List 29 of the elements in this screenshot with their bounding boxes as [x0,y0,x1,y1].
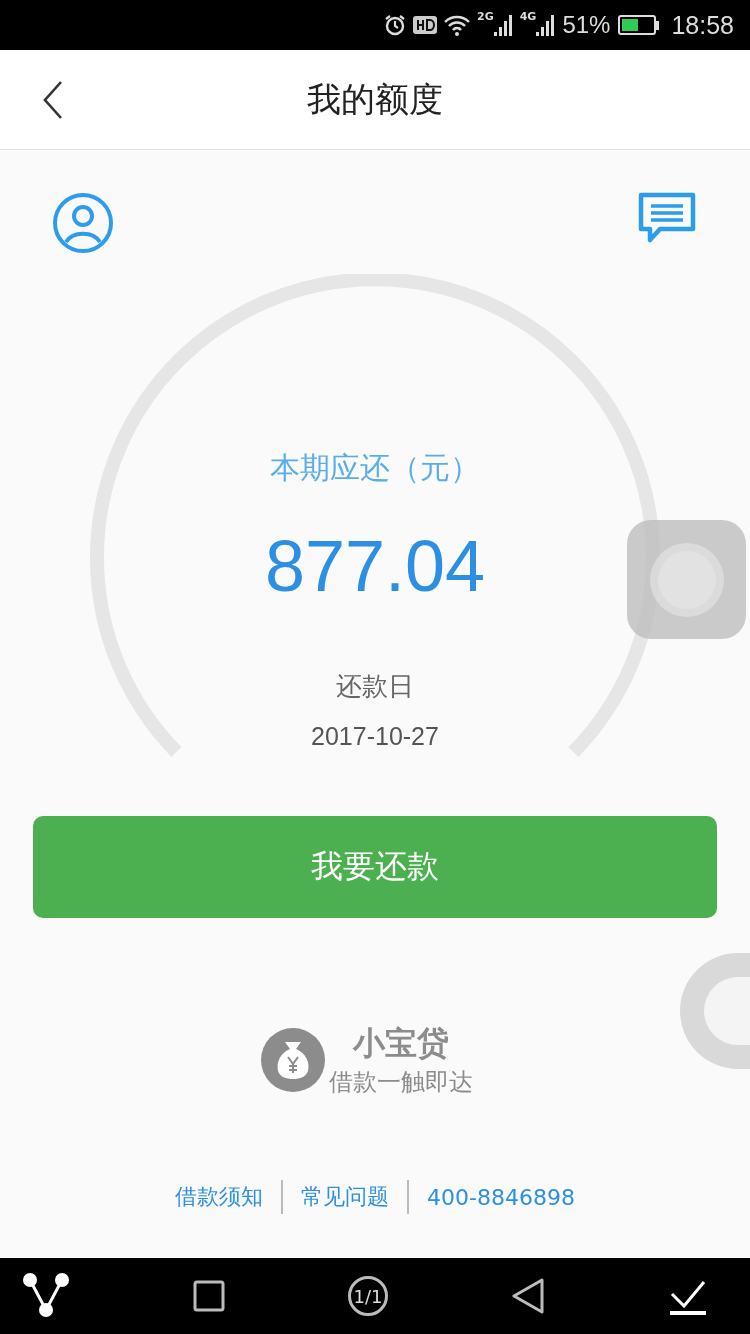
repay-button[interactable]: 我要还款 [33,816,717,918]
back-icon[interactable] [42,80,64,120]
money-bag-icon [261,1028,325,1092]
amount-label: 本期应还（元） [270,449,480,487]
network-label: 4G [519,10,537,23]
network-label: 2G [477,10,494,23]
due-date: 2017-10-27 [311,722,439,751]
wifi-icon [443,14,471,36]
recents-icon[interactable] [193,1280,225,1312]
clock-time: 18:58 [671,10,734,40]
due-date-label: 还款日 [336,670,414,703]
user-profile-icon[interactable] [52,192,114,254]
back-icon[interactable] [511,1278,545,1314]
footer-link[interactable]: 常见问题 [301,1182,390,1212]
signal-icon [536,14,557,36]
footer-link[interactable]: 借款须知 [175,1182,264,1212]
battery-icon [618,15,660,35]
message-icon[interactable] [638,192,696,244]
alarm-icon [383,13,407,37]
footer-link[interactable]: 400-8846898 [427,1184,575,1210]
signal-icon [493,14,514,36]
share-icon[interactable] [22,1272,70,1320]
brand-slogan: 借款一触即达 [329,1067,473,1098]
brand-name: 小宝贷 [353,1023,449,1064]
hd-icon [413,15,437,35]
battery-percentage: 51% [562,11,611,39]
amount-due: 877.04 [264,525,486,607]
page-title: 我的额度 [307,77,443,121]
screenshot-counter[interactable]: 1/1 [348,1276,388,1316]
